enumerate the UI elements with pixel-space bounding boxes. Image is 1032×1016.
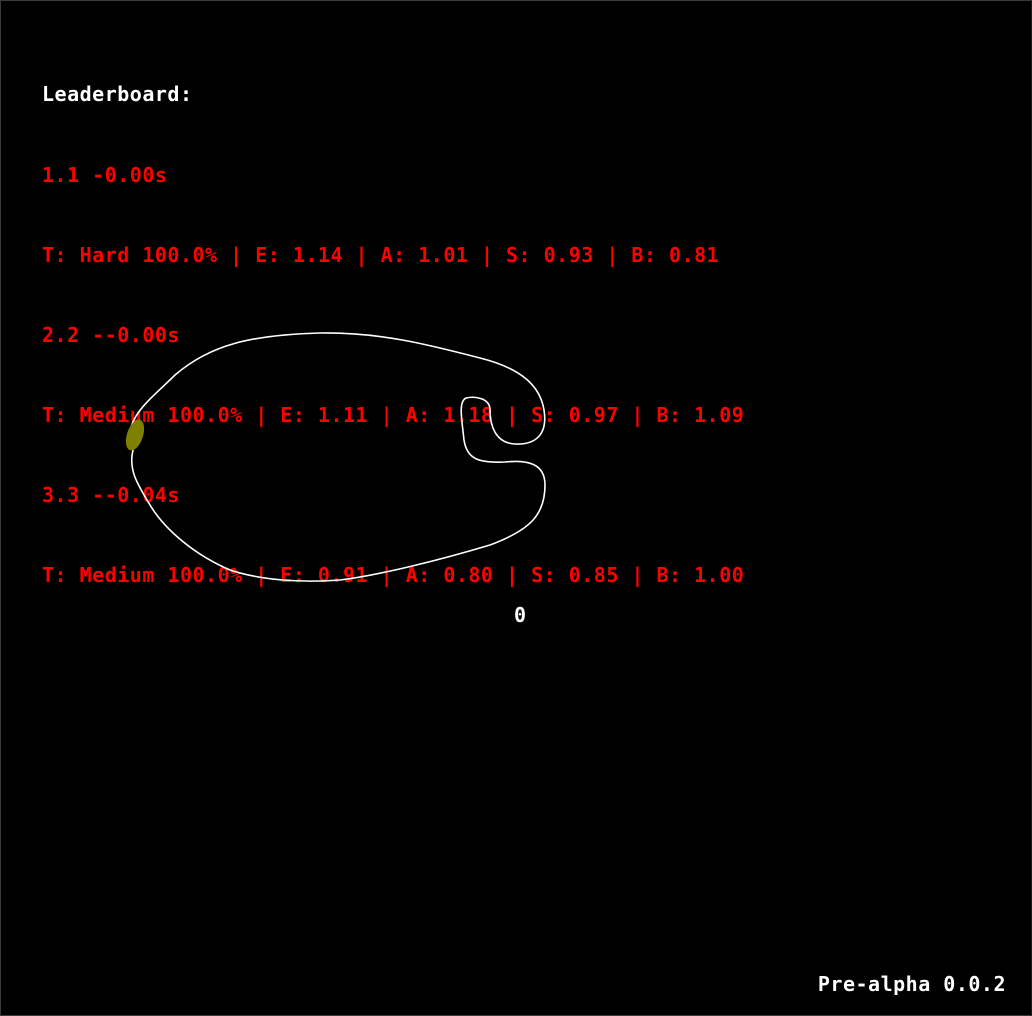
track-outline: [129, 332, 546, 582]
version-label: Pre-alpha 0.0.2: [817, 972, 1006, 996]
lap-counter: 0: [514, 603, 527, 627]
race-track-canvas: [125, 332, 546, 582]
race-car: [125, 419, 145, 451]
